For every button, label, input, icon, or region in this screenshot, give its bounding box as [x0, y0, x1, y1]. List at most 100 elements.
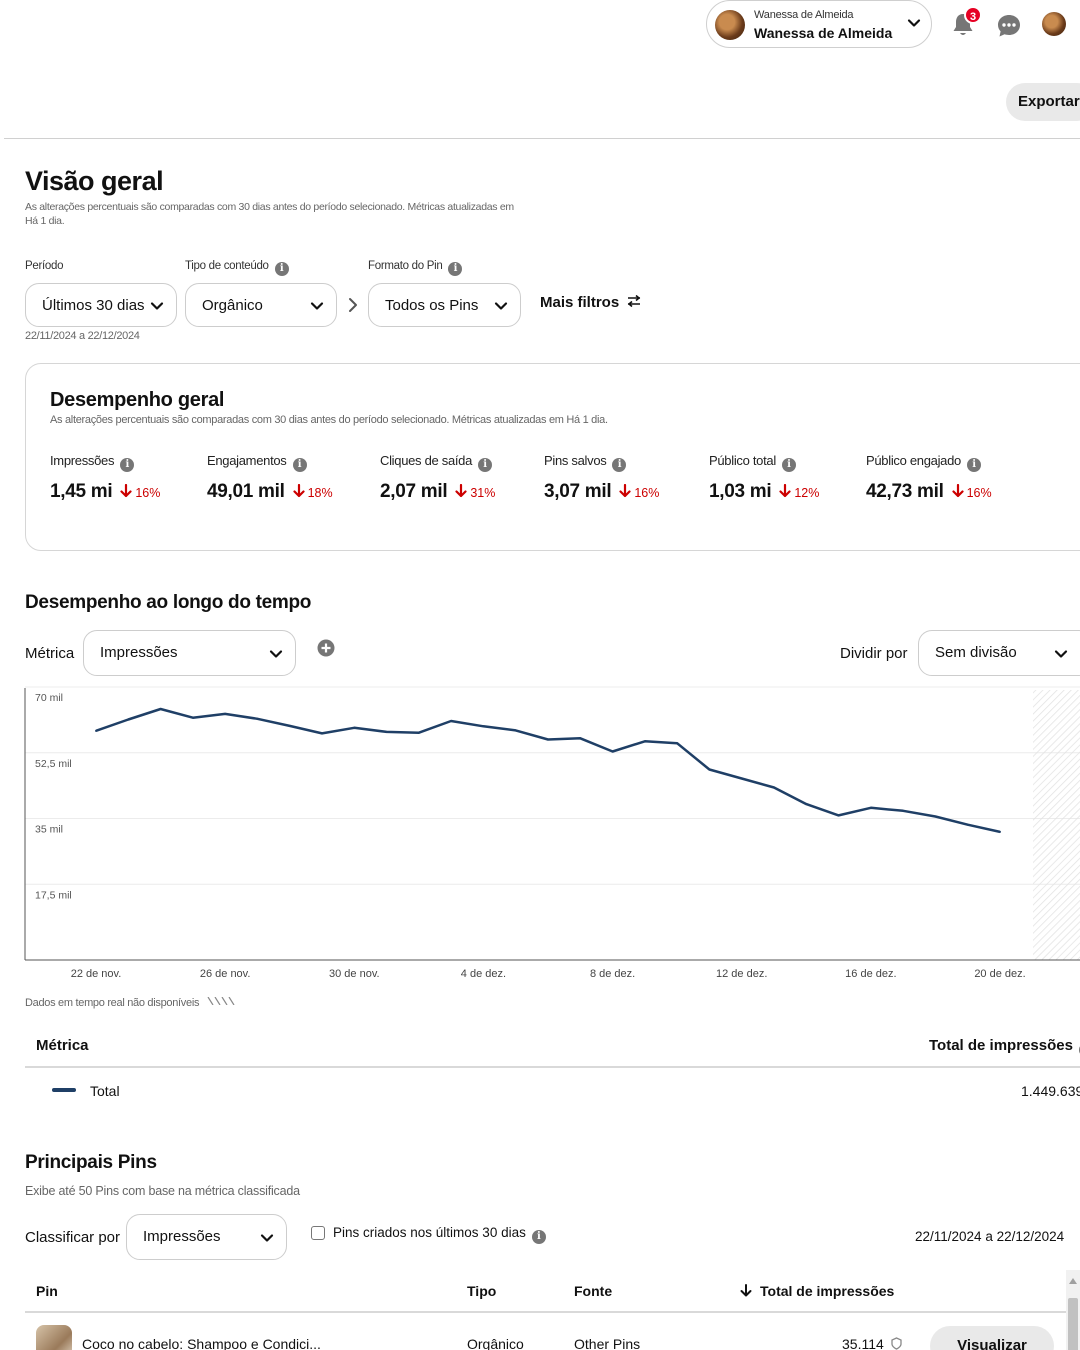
pin-title[interactable]: Coco no cabelo: Shampoo e Condici... — [82, 1336, 321, 1350]
chevron-down-icon — [269, 650, 283, 658]
arrow-down-icon — [951, 484, 964, 498]
metric-engaged-audience[interactable]: Público engajado i 42,73 mil 16% — [866, 453, 992, 503]
more-filters-button[interactable]: Mais filtros — [540, 294, 641, 311]
sort-select-value: Impressões — [143, 1228, 221, 1245]
data-point — [224, 712, 227, 715]
realtime-note: Dados em tempo real não disponíveis — [25, 996, 238, 1009]
add-metric-icon[interactable] — [317, 639, 335, 657]
account-avatar — [715, 10, 745, 40]
metric-engagements[interactable]: Engajamentos i 49,01 mil 18% — [207, 453, 333, 503]
data-point — [999, 830, 1001, 833]
chevron-down-icon — [150, 299, 164, 313]
total-series-swatch — [52, 1088, 76, 1092]
pins-table-header — [25, 1271, 1070, 1313]
account-name: Wanessa de Almeida — [754, 25, 893, 41]
chat-icon[interactable] — [995, 12, 1023, 40]
data-point — [288, 724, 291, 727]
split-select[interactable]: Sem divisão — [918, 630, 1080, 676]
data-point — [256, 717, 259, 720]
y-tick-label: 17,5 mil — [35, 889, 72, 901]
pin-format-value: Todos os Pins — [385, 297, 479, 314]
period-value: Últimos 30 dias — [42, 297, 145, 314]
recent-pins-checkbox-label: Pins criados nos últimos 30 dias i — [333, 1225, 546, 1244]
content-type-label: Tipo de conteúdo i — [185, 260, 289, 276]
chevron-down-icon — [494, 302, 508, 310]
y-tick-label: 52,5 mil — [35, 758, 72, 770]
data-point — [159, 708, 162, 711]
info-icon[interactable]: i — [292, 458, 307, 472]
metric-saved-pins[interactable]: Pins salvos i 3,07 mil 16% — [544, 453, 659, 503]
type-column-header[interactable]: Tipo — [467, 1283, 496, 1299]
info-icon[interactable]: i — [966, 458, 981, 472]
x-tick-label: 16 de dez. — [845, 968, 896, 980]
metric-select-value: Impressões — [100, 644, 178, 661]
performance-title: Desempenho geral — [50, 389, 225, 411]
view-pin-button[interactable]: Visualizar — [930, 1326, 1054, 1350]
info-icon[interactable]: i — [612, 458, 627, 472]
pin-type: Orgânico — [467, 1336, 524, 1350]
account-switcher[interactable]: Wanessa de Almeida Wanessa de Almeida — [706, 0, 932, 48]
recent-pins-checkbox[interactable] — [311, 1226, 325, 1240]
x-tick-label: 12 de dez. — [716, 968, 767, 980]
impressions-column-header[interactable]: Total de impressões — [740, 1283, 894, 1299]
data-point — [934, 815, 937, 818]
y-tick-label: 35 mil — [35, 824, 63, 836]
data-point — [450, 720, 453, 723]
y-tick-label: 70 mil — [35, 692, 63, 704]
info-icon[interactable]: i — [274, 262, 289, 276]
export-button[interactable]: Exportar — [1006, 83, 1080, 121]
pin-format-label: Formato do Pin i — [368, 260, 463, 276]
data-point — [417, 731, 420, 734]
x-tick-label: 8 de dez. — [590, 968, 635, 980]
info-icon[interactable]: i — [781, 458, 796, 472]
total-impressions-header: Total de impressõesi — [929, 1037, 1080, 1057]
metric-select-label: Métrica — [25, 645, 75, 662]
arrow-down-icon — [619, 484, 631, 498]
x-tick-label: 20 de dez. — [974, 968, 1025, 980]
info-icon[interactable]: i — [120, 458, 135, 472]
pin-column-header[interactable]: Pin — [36, 1283, 58, 1299]
sort-select[interactable]: Impressões — [126, 1214, 287, 1260]
info-icon[interactable]: i — [448, 262, 463, 276]
pin-format-select[interactable]: Todos os Pins — [368, 283, 521, 327]
top-pins-date-range: 22/11/2024 a 22/12/2024 — [915, 1229, 1065, 1244]
chevron-down-icon — [310, 302, 324, 310]
realtime-unavailable-area — [1033, 690, 1080, 960]
total-row-value: 1.449.639 — [1021, 1083, 1080, 1099]
split-label: Dividir por — [840, 645, 908, 662]
sort-arrow-down-icon — [740, 1284, 752, 1297]
data-point — [385, 730, 388, 733]
source-column-header[interactable]: Fonte — [574, 1283, 612, 1299]
info-icon[interactable]: i — [531, 1230, 546, 1244]
info-icon[interactable]: i — [478, 458, 493, 472]
series-points — [95, 708, 1001, 833]
period-select[interactable]: Últimos 30 dias — [25, 283, 177, 327]
split-select-value: Sem divisão — [935, 644, 1017, 661]
data-point — [773, 786, 775, 789]
estimate-icon — [891, 1337, 902, 1350]
scrollbar-thumb[interactable] — [1068, 1298, 1078, 1350]
metric-table-header — [25, 1024, 1080, 1068]
top-pins-note: Exibe até 50 Pins com base na métrica cl… — [25, 1184, 300, 1198]
metric-select[interactable]: Impressões — [83, 630, 296, 676]
profile-avatar[interactable] — [1042, 12, 1066, 36]
data-point — [353, 726, 356, 729]
data-point — [611, 750, 614, 753]
chevron-down-icon — [260, 1234, 274, 1242]
metric-outbound-clicks[interactable]: Cliques de saída i 2,07 mil 31% — [380, 453, 495, 503]
content-type-select[interactable]: Orgânico — [185, 283, 337, 327]
pin-thumbnail[interactable] — [36, 1325, 72, 1350]
data-point — [643, 740, 646, 743]
performance-note: As alterações percentuais são comparadas… — [50, 414, 608, 426]
metric-total-audience[interactable]: Público total i 1,03 mi 12% — [709, 453, 819, 503]
data-point — [127, 718, 130, 721]
scroll-up-icon[interactable] — [1069, 1278, 1077, 1284]
top-pins-title: Principais Pins — [25, 1152, 157, 1173]
x-tick-label: 30 de nov. — [329, 968, 380, 980]
arrow-down-icon — [120, 484, 132, 498]
data-point — [579, 737, 582, 740]
data-point — [547, 738, 549, 741]
data-point — [837, 814, 840, 817]
metric-impressions[interactable]: Impressões i 1,45 mi 16% — [50, 453, 160, 503]
scrollbar[interactable] — [1066, 1270, 1080, 1350]
